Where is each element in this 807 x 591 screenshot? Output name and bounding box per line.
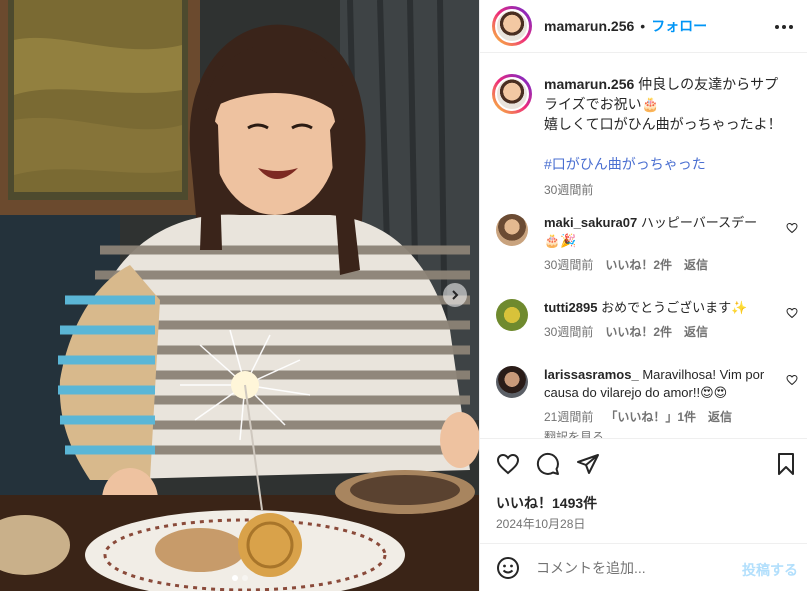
caption-text: mamarun.256 仲良しの友達からサプライズでお祝い🎂 嬉しくて口がひん曲… <box>544 74 792 200</box>
comment-input[interactable] <box>536 559 726 576</box>
action-icons <box>496 452 600 476</box>
comment-meta: 30週間前 いいね！2件 返信 <box>544 323 772 341</box>
comments-scroll-area[interactable]: mamarun.256 仲良しの友達からサプライズでお祝い🎂 嬉しくて口がひん曲… <box>480 54 807 438</box>
caption-time[interactable]: 30週間前 <box>544 180 792 200</box>
comment-meta: 21週間前 「いいね！」1件 返信 <box>544 408 772 426</box>
share-icon[interactable] <box>576 452 600 476</box>
carousel-next-button[interactable] <box>443 283 467 307</box>
comment-body: tutti2895 おめでとうございます✨ 30週間前 いいね！2件 返信 <box>544 299 772 341</box>
post-photo[interactable] <box>0 0 479 591</box>
commenter-username[interactable]: larissasramos_ <box>544 367 639 382</box>
caption-line-2: 嬉しくて口がひん曲がっちゃったよ！ <box>544 116 782 132</box>
comment-time[interactable]: 30週間前 <box>544 256 593 274</box>
comment-likes[interactable]: いいね！2件 <box>605 256 672 274</box>
post-actions: いいね！1493件 2024年10月28日 <box>480 438 807 538</box>
comment-heart-icon[interactable] <box>786 222 798 234</box>
post-date[interactable]: 2024年10月28日 <box>496 515 585 532</box>
caption-username[interactable]: mamarun.256 <box>544 76 634 92</box>
translate-link[interactable]: 翻訳を見る <box>544 428 772 438</box>
comment-time[interactable]: 21週間前 <box>544 408 593 426</box>
reply-button[interactable]: 返信 <box>684 256 708 274</box>
comment-heart-icon[interactable] <box>786 374 798 386</box>
author-avatar <box>495 9 529 43</box>
comment-likes[interactable]: いいね！2件 <box>605 323 672 341</box>
comment-heart-icon[interactable] <box>786 307 798 319</box>
commenter-username[interactable]: tutti2895 <box>544 300 597 315</box>
author-avatar-ring[interactable] <box>492 6 532 46</box>
comment-item: maki_sakura07 ハッピーバースデー🎂🎉 30週間前 いいね！2件 返… <box>496 214 804 274</box>
comment-icon[interactable] <box>536 452 560 476</box>
comment-body: maki_sakura07 ハッピーバースデー🎂🎉 30週間前 いいね！2件 返… <box>544 214 772 274</box>
comment-time[interactable]: 30週間前 <box>544 323 593 341</box>
comment-item: tutti2895 おめでとうございます✨ 30週間前 いいね！2件 返信 <box>496 299 804 341</box>
bookmark-icon[interactable] <box>774 452 798 476</box>
more-options-button[interactable] <box>774 17 794 37</box>
photo-scene <box>0 0 479 591</box>
like-count[interactable]: いいね！1493件 <box>496 493 597 513</box>
post-header: mamarun.256 • フォロー <box>480 0 807 53</box>
commenter-avatar[interactable] <box>496 299 528 331</box>
comment-text: おめでとうございます✨ <box>601 300 748 315</box>
post-caption: mamarun.256 仲良しの友達からサプライズでお祝い🎂 嬉しくて口がひん曲… <box>492 74 792 200</box>
follow-button[interactable]: フォロー <box>651 16 707 36</box>
more-icon <box>775 25 793 29</box>
reply-button[interactable]: 返信 <box>684 323 708 341</box>
comment-body: larissasramos_ Maravilhosa! Vim por caus… <box>544 366 772 438</box>
commenter-username[interactable]: maki_sakura07 <box>544 215 637 230</box>
caption-avatar <box>495 77 529 111</box>
carousel-dot <box>241 575 248 581</box>
reply-button[interactable]: 返信 <box>708 408 732 426</box>
header-separator: • <box>640 18 646 34</box>
comment-item: larissasramos_ Maravilhosa! Vim por caus… <box>496 366 804 438</box>
post-comment-button[interactable]: 投稿する <box>742 560 798 580</box>
carousel-dot <box>231 575 238 581</box>
add-comment-bar: 投稿する <box>480 543 807 591</box>
author-username[interactable]: mamarun.256 <box>544 18 634 34</box>
post-side-panel: mamarun.256 • フォロー mamarun.256 仲良しの友達からサ… <box>479 0 807 591</box>
caption-avatar-ring[interactable] <box>492 74 532 114</box>
post-modal: mamarun.256 • フォロー mamarun.256 仲良しの友達からサ… <box>0 0 807 591</box>
chevron-right-icon <box>452 290 459 300</box>
heart-icon[interactable] <box>496 452 520 476</box>
carousel-indicator <box>0 575 479 581</box>
commenter-avatar[interactable] <box>496 366 528 398</box>
emoji-icon[interactable] <box>496 556 520 580</box>
commenter-avatar[interactable] <box>496 214 528 246</box>
comment-meta: 30週間前 いいね！2件 返信 <box>544 256 772 274</box>
comment-likes[interactable]: 「いいね！」1件 <box>605 408 696 426</box>
caption-hashtag[interactable]: #口がひん曲がっちゃった <box>544 154 792 174</box>
